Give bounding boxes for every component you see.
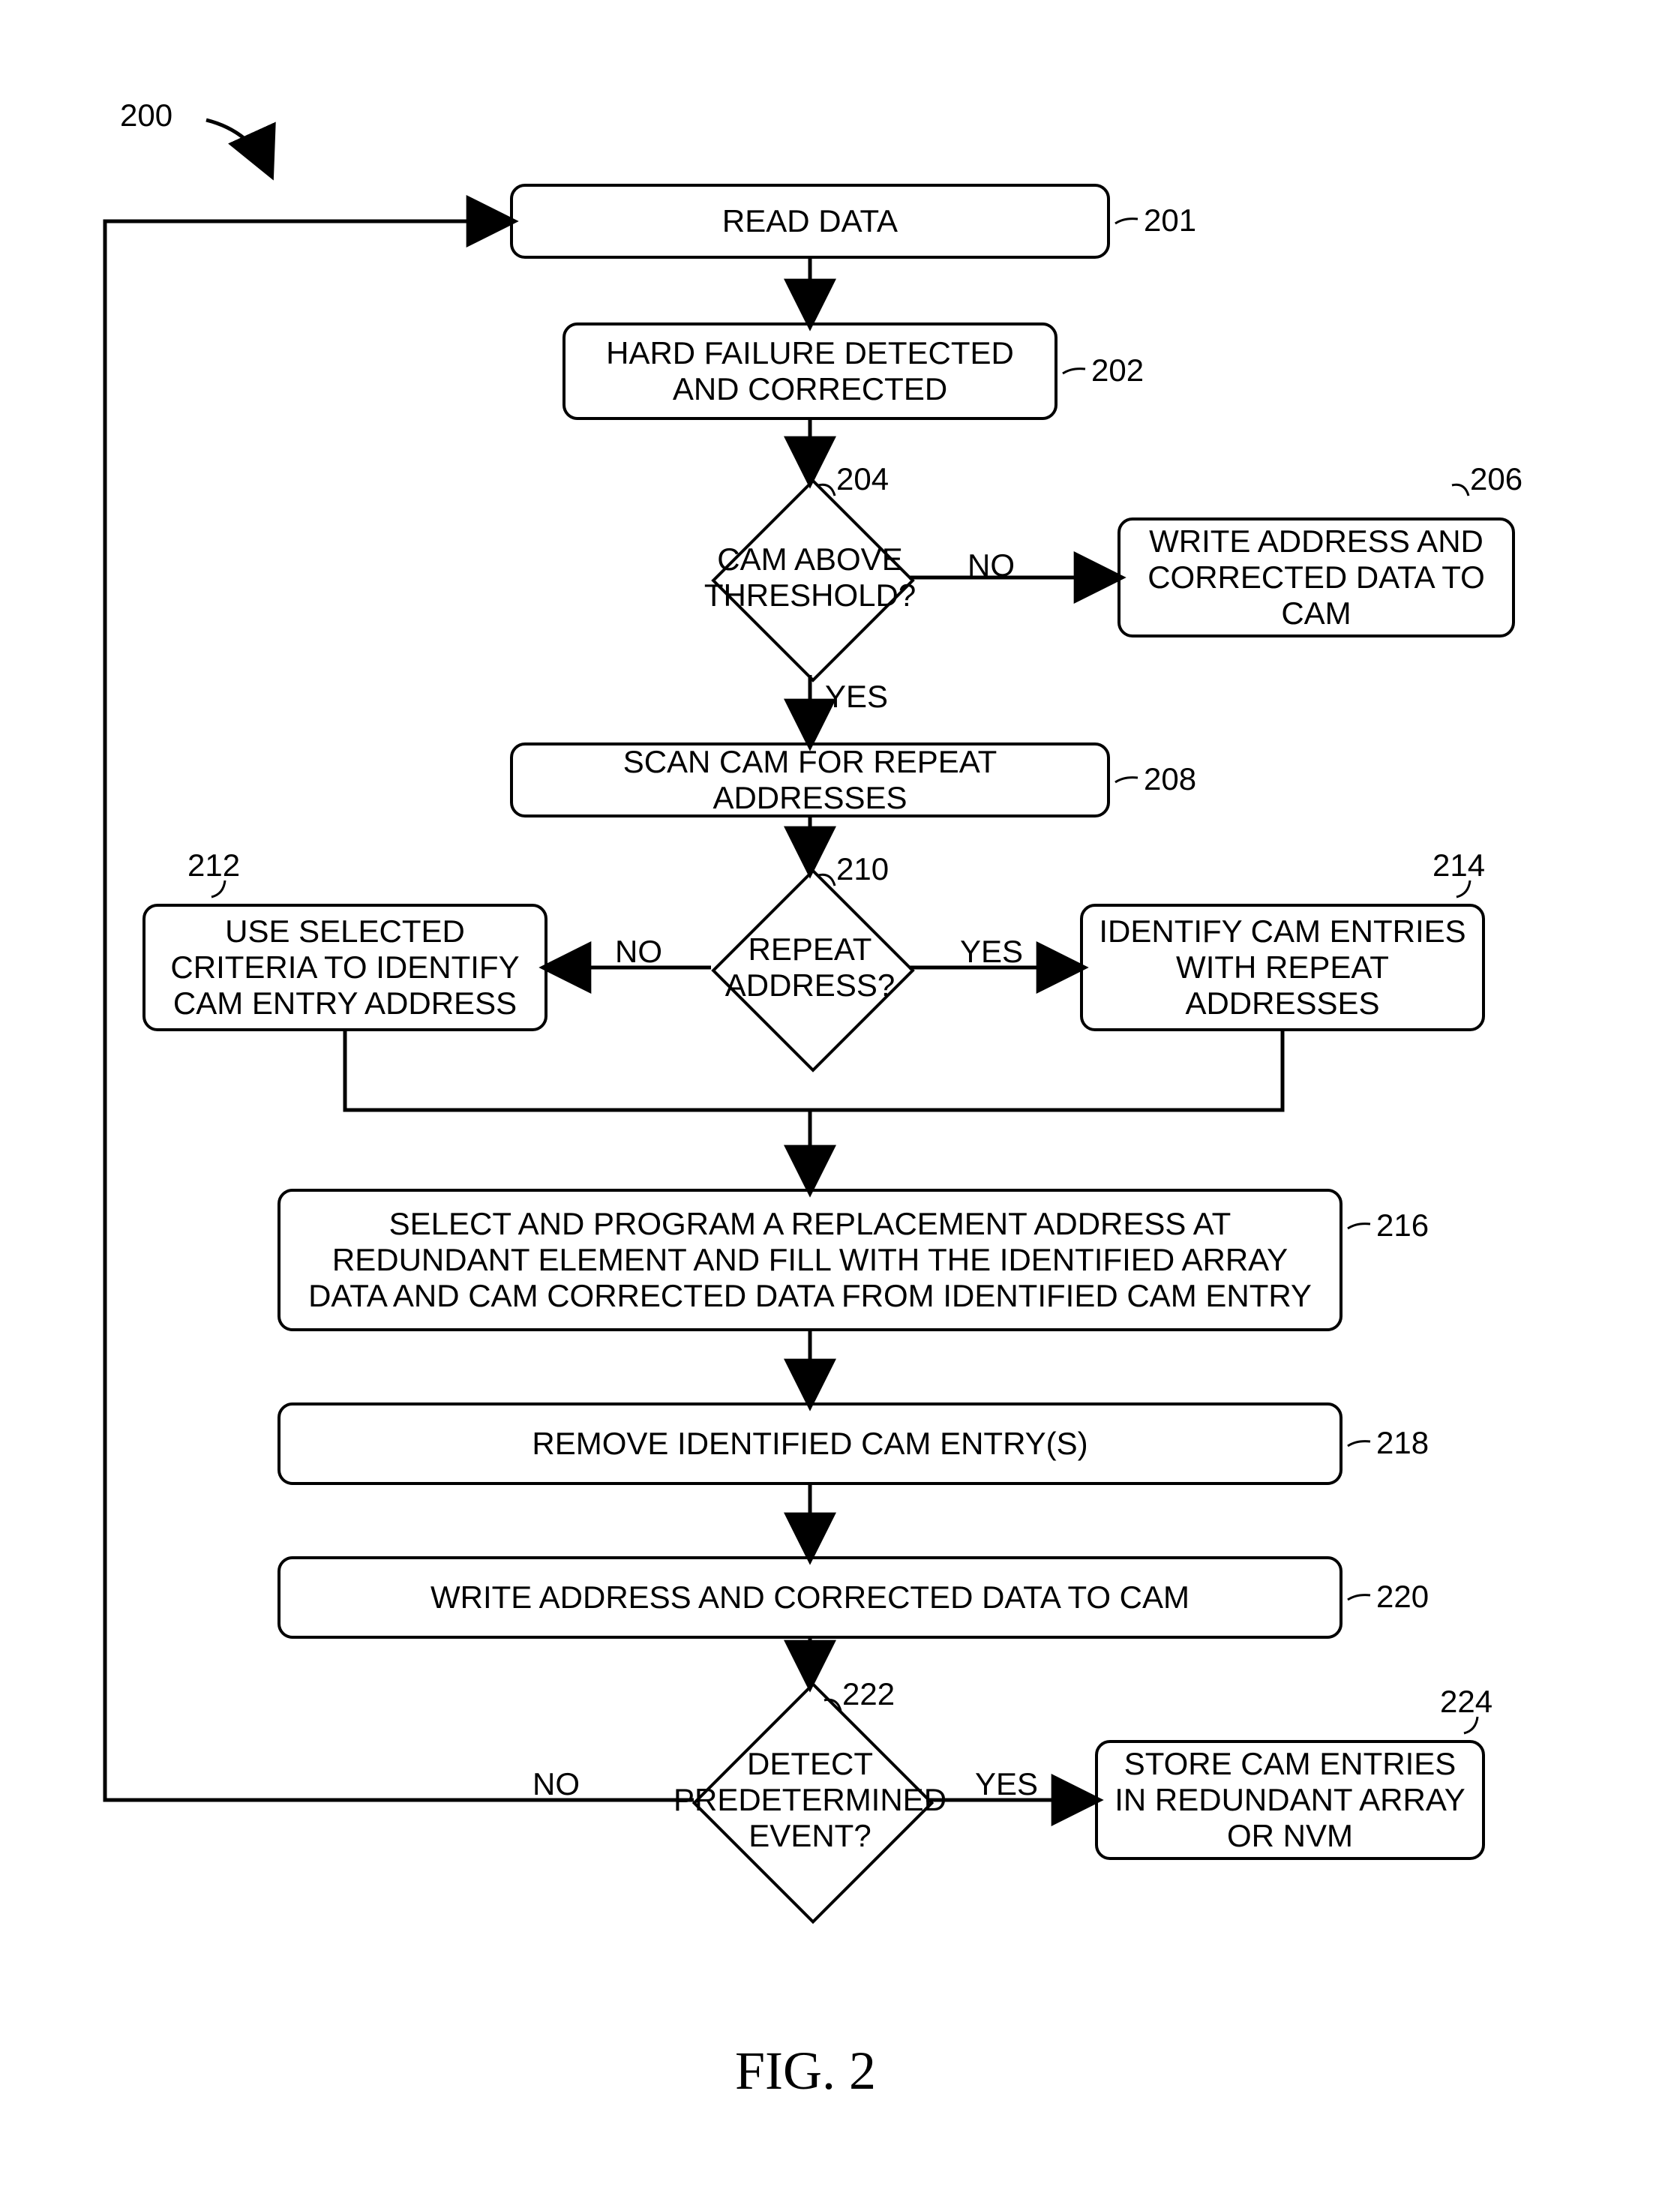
edge-label-no: NO — [968, 548, 1015, 584]
process-identify-entries: IDENTIFY CAM ENTRIES WITH REPEAT ADDRESS… — [1080, 904, 1485, 1031]
process-store-entries: STORE CAM ENTRIES IN REDUNDANT ARRAY OR … — [1095, 1740, 1485, 1860]
ref-201: 201 — [1144, 202, 1196, 238]
ref-210: 210 — [836, 851, 889, 887]
process-label: WRITE ADDRESS AND CORRECTED DATA TO CAM — [1136, 524, 1497, 632]
figure-number: 200 — [120, 98, 172, 134]
page: 200 READ DATA 201 HARD FAILURE DETECTED … — [0, 0, 1680, 2208]
decision-detect-event — [692, 1682, 934, 1924]
ref-220: 220 — [1376, 1579, 1429, 1615]
process-label: REMOVE IDENTIFIED CAM ENTRY(S) — [532, 1426, 1088, 1462]
ref-224: 224 — [1440, 1684, 1492, 1720]
process-label: HARD FAILURE DETECTED AND CORRECTED — [580, 335, 1040, 408]
process-scan-cam: SCAN CAM FOR REPEAT ADDRESSES — [510, 742, 1110, 818]
edge-label-no: NO — [615, 934, 662, 970]
decision-repeat-address — [711, 868, 915, 1072]
process-remove-entries: REMOVE IDENTIFIED CAM ENTRY(S) — [278, 1402, 1342, 1485]
ref-206: 206 — [1470, 461, 1522, 497]
process-label: IDENTIFY CAM ENTRIES WITH REPEAT ADDRESS… — [1098, 914, 1467, 1022]
process-label: WRITE ADDRESS AND CORRECTED DATA TO CAM — [430, 1580, 1190, 1616]
process-label: READ DATA — [722, 203, 898, 239]
ref-202: 202 — [1091, 352, 1144, 388]
process-label: USE SELECTED CRITERIA TO IDENTIFY CAM EN… — [160, 914, 530, 1022]
ref-214: 214 — [1432, 848, 1485, 884]
ref-212: 212 — [188, 848, 240, 884]
process-label: SCAN CAM FOR REPEAT ADDRESSES — [528, 744, 1092, 817]
edge-label-yes: YES — [825, 679, 888, 715]
process-use-criteria: USE SELECTED CRITERIA TO IDENTIFY CAM EN… — [142, 904, 548, 1031]
process-hard-failure: HARD FAILURE DETECTED AND CORRECTED — [562, 322, 1058, 420]
figure-caption: FIG. 2 — [735, 2040, 876, 2102]
ref-216: 216 — [1376, 1208, 1429, 1244]
ref-208: 208 — [1144, 761, 1196, 797]
ref-222: 222 — [842, 1676, 895, 1712]
edge-label-yes: YES — [975, 1766, 1038, 1802]
process-write-cam-206: WRITE ADDRESS AND CORRECTED DATA TO CAM — [1118, 518, 1515, 638]
decision-cam-threshold — [711, 478, 915, 682]
edge-label-yes: YES — [960, 934, 1023, 970]
process-read-data: READ DATA — [510, 184, 1110, 259]
process-label: SELECT AND PROGRAM A REPLACEMENT ADDRESS… — [296, 1206, 1324, 1315]
process-label: STORE CAM ENTRIES IN REDUNDANT ARRAY OR … — [1113, 1746, 1467, 1855]
process-write-cam-220: WRITE ADDRESS AND CORRECTED DATA TO CAM — [278, 1556, 1342, 1639]
process-select-program: SELECT AND PROGRAM A REPLACEMENT ADDRESS… — [278, 1189, 1342, 1331]
edge-label-no: NO — [532, 1766, 580, 1802]
ref-204: 204 — [836, 461, 889, 497]
ref-218: 218 — [1376, 1425, 1429, 1461]
